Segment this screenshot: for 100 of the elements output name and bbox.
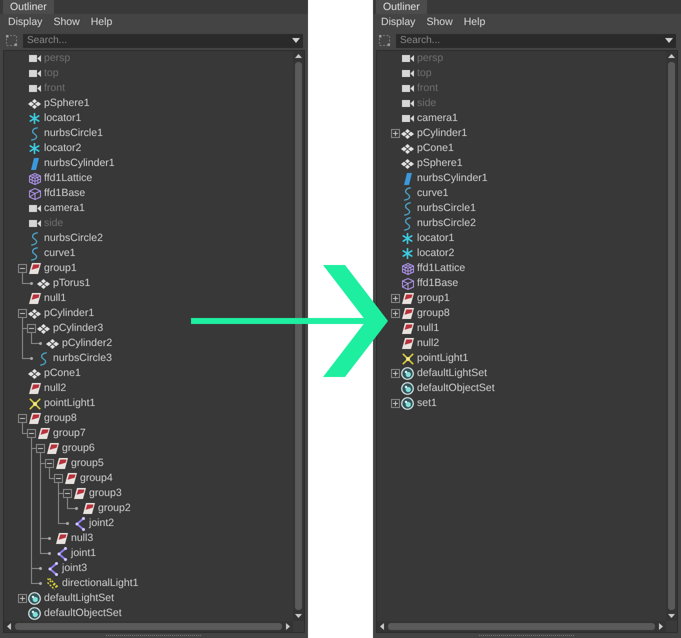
outliner-item[interactable]: group6: [46, 441, 97, 456]
menu-item[interactable]: Display: [378, 16, 418, 29]
expand-toggle[interactable]: [391, 294, 400, 303]
scroll-left-icon[interactable]: [380, 623, 384, 630]
outliner-item[interactable]: ffd1Base: [401, 276, 460, 291]
outliner-item[interactable]: set1: [401, 396, 439, 411]
scroll-up-icon[interactable]: [295, 54, 302, 58]
outliner-item[interactable]: group8: [28, 411, 79, 426]
outliner-item[interactable]: locator2: [401, 246, 456, 261]
collapse-toggle[interactable]: [45, 459, 54, 468]
vertical-scrollbar[interactable]: [293, 51, 304, 621]
outliner-item[interactable]: pSphere1: [28, 96, 92, 111]
outliner-item[interactable]: null3: [55, 531, 96, 546]
scroll-down-icon[interactable]: [668, 614, 675, 618]
outliner-item[interactable]: locator2: [28, 141, 84, 156]
collapse-toggle[interactable]: [63, 489, 72, 498]
outliner-item[interactable]: pTorus1: [37, 276, 92, 291]
outliner-item[interactable]: defaultLightSet: [401, 366, 490, 381]
collapse-toggle[interactable]: [18, 414, 27, 423]
scroll-down-icon[interactable]: [295, 614, 302, 618]
outliner-item[interactable]: locator1: [28, 111, 84, 126]
outliner-item[interactable]: nurbsCylinder1: [28, 156, 117, 171]
menu-item[interactable]: Help: [88, 16, 116, 29]
scroll-right-icon[interactable]: [659, 623, 663, 630]
outliner-item[interactable]: group2: [82, 501, 133, 516]
dashed-frame-icon[interactable]: [6, 35, 17, 46]
outliner-item[interactable]: pSphere1: [401, 156, 465, 171]
outliner-item[interactable]: directionalLight1: [46, 576, 140, 591]
outliner-item[interactable]: curve1: [401, 186, 451, 201]
horizontal-scrollbar[interactable]: [4, 621, 293, 632]
panel-tab[interactable]: Outliner: [3, 0, 54, 14]
collapse-toggle[interactable]: [36, 444, 45, 453]
outliner-item[interactable]: ffd1Lattice: [401, 261, 468, 276]
expand-toggle[interactable]: [391, 129, 400, 138]
scrollbar-thumb[interactable]: [295, 62, 302, 610]
expand-toggle[interactable]: [391, 309, 400, 318]
outliner-item[interactable]: pCylinder3: [37, 321, 106, 336]
horizontal-scrollbar[interactable]: [377, 621, 666, 632]
panel-tab[interactable]: Outliner: [376, 0, 427, 14]
outliner-item[interactable]: pointLight1: [28, 396, 98, 411]
outliner-item[interactable]: nurbsCylinder1: [401, 171, 490, 186]
outliner-item[interactable]: camera1: [401, 111, 460, 126]
outliner-item[interactable]: joint1: [55, 546, 98, 561]
menu-item[interactable]: Help: [460, 16, 488, 29]
search-field[interactable]: Search...: [396, 34, 676, 48]
outliner-item[interactable]: pCylinder1: [401, 126, 470, 141]
expand-toggle[interactable]: [391, 399, 400, 408]
collapse-toggle[interactable]: [54, 474, 63, 483]
dashed-frame-icon[interactable]: [379, 35, 390, 46]
search-field[interactable]: Search...: [23, 34, 303, 48]
outliner-item[interactable]: nurbsCircle2: [28, 231, 105, 246]
menu-item[interactable]: Display: [5, 16, 46, 29]
outliner-item[interactable]: pointLight1: [401, 351, 470, 366]
outliner-item[interactable]: locator1: [401, 231, 456, 246]
outliner-item[interactable]: nurbsCircle2: [401, 216, 478, 231]
outliner-item[interactable]: nurbsCircle1: [401, 201, 478, 216]
curve-icon: [403, 186, 412, 200]
outliner-item[interactable]: defaultObjectSet: [401, 381, 497, 396]
scroll-up-icon[interactable]: [668, 54, 675, 58]
menu-item[interactable]: Show: [50, 16, 83, 29]
scrollbar-thumb[interactable]: [668, 62, 675, 610]
outliner-item[interactable]: pCone1: [28, 366, 83, 381]
outliner-item[interactable]: ffd1Base: [28, 186, 88, 201]
menu-item[interactable]: Show: [423, 16, 456, 29]
scroll-left-icon[interactable]: [7, 623, 11, 630]
outliner-item[interactable]: null2: [401, 336, 442, 351]
outliner-item[interactable]: defaultLightSet: [28, 591, 116, 606]
collapse-toggle[interactable]: [18, 309, 27, 318]
outliner-item[interactable]: group3: [73, 486, 124, 501]
scrollbar-thumb[interactable]: [388, 623, 655, 630]
outliner-item[interactable]: pCone1: [401, 141, 456, 156]
outliner-item[interactable]: group8: [401, 306, 452, 321]
outliner-item[interactable]: joint3: [46, 561, 90, 576]
outliner-item[interactable]: camera1: [28, 201, 87, 216]
outliner-item[interactable]: nurbsCircle1: [28, 126, 105, 141]
outliner-item[interactable]: ffd1Lattice: [28, 171, 94, 186]
outliner-item[interactable]: curve1: [28, 246, 78, 261]
scroll-right-icon[interactable]: [286, 623, 290, 630]
outliner-item[interactable]: group1: [401, 291, 452, 306]
scrollbar-thumb[interactable]: [15, 623, 282, 630]
expand-toggle[interactable]: [391, 369, 400, 378]
outliner-item[interactable]: joint2: [73, 516, 116, 531]
expand-toggle[interactable]: [18, 594, 27, 603]
collapse-toggle[interactable]: [27, 324, 36, 333]
outliner-item[interactable]: group1: [28, 261, 79, 276]
outliner-item[interactable]: group5: [55, 456, 106, 471]
outliner-item[interactable]: group4: [64, 471, 115, 486]
dropdown-caret-icon[interactable]: [292, 38, 300, 43]
outliner-item[interactable]: null1: [28, 291, 68, 306]
outliner-item[interactable]: pCylinder1: [28, 306, 96, 321]
collapse-toggle[interactable]: [27, 429, 36, 438]
collapse-toggle[interactable]: [18, 264, 27, 273]
outliner-item[interactable]: pCylinder2: [46, 336, 114, 351]
outliner-item[interactable]: null1: [401, 321, 442, 336]
dropdown-caret-icon[interactable]: [665, 38, 673, 43]
outliner-item[interactable]: defaultObjectSet: [28, 606, 124, 621]
outliner-item[interactable]: null2: [28, 381, 68, 396]
vertical-scrollbar[interactable]: [666, 51, 677, 621]
outliner-item[interactable]: nurbsCircle3: [37, 351, 114, 366]
outliner-item[interactable]: group7: [37, 426, 88, 441]
